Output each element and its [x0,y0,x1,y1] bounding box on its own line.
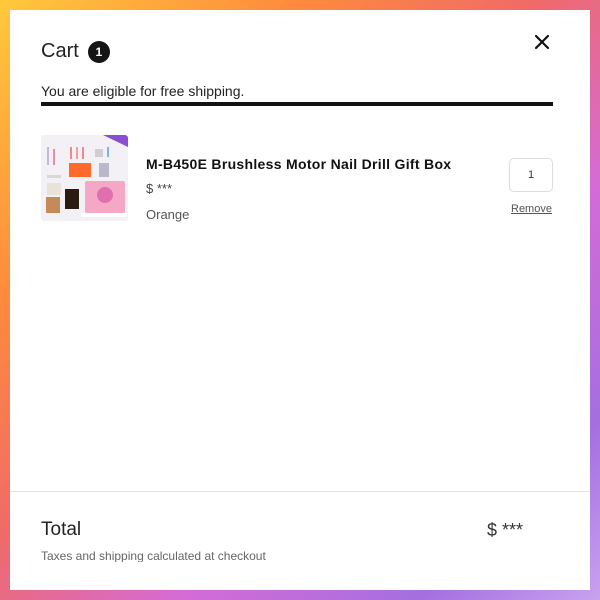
product-image-art [41,135,128,221]
cart-title: Cart [41,40,79,62]
cart-drawer: Cart 1 You are eligible for free shippin… [10,10,590,590]
close-button[interactable] [532,32,552,52]
product-price: $ *** [146,181,173,196]
cart-line-item: M-B450E Brushless Motor Nail Drill Gift … [41,135,553,225]
total-label: Total [41,519,82,540]
shipping-progress-fill [41,102,553,106]
free-shipping-message: You are eligible for free shipping. [41,83,245,99]
tax-note: Taxes and shipping calculated at checkou… [41,549,266,562]
cart-count-badge: 1 [87,40,110,63]
quantity-input[interactable]: 1 [509,158,553,192]
cart-footer: Total $ *** Taxes and shipping calculate… [10,491,590,590]
remove-button[interactable]: Remove [511,203,552,215]
close-icon [534,34,550,50]
product-variant: Orange [146,207,190,222]
total-value: $ *** [487,520,524,540]
shipping-progress-bar [41,102,553,106]
product-name[interactable]: M-B450E Brushless Motor Nail Drill Gift … [146,156,451,172]
cart-header: Cart 1 [41,40,110,63]
product-image[interactable] [41,135,128,221]
